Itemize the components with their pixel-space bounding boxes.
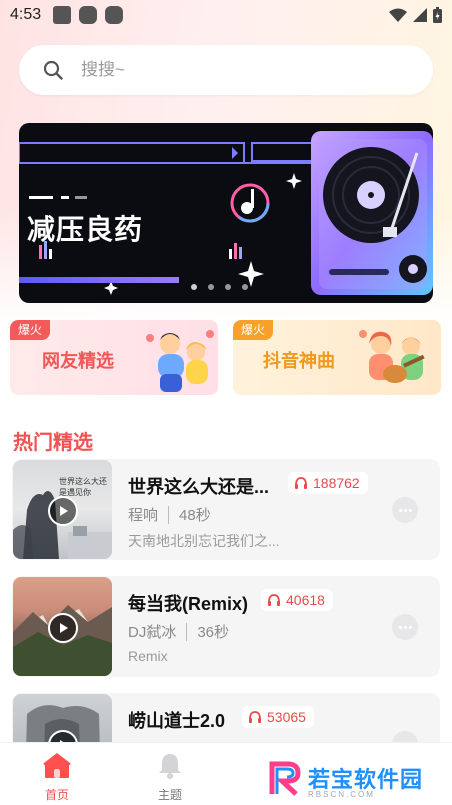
watermark-r-icon [269,761,301,796]
carousel-dot[interactable] [208,284,214,290]
watermark-sub: RBSCN.COM [308,790,375,799]
song-item[interactable]: 世界这么大还是遇见你 世界这么大还是... 188762 程响 48秒 天南地北… [12,459,440,560]
play-count: 40618 [286,592,325,608]
play-button[interactable] [48,496,78,526]
song-meta: DJ弑冰 36秒 [128,621,229,642]
song-artist: DJ弑冰 [128,624,177,641]
nav-label: 主题 [157,788,182,802]
headphones-icon [295,477,307,489]
song-title: 崂山道士2.0 [128,711,226,731]
signal-icon [413,8,427,22]
play-count-badge: 40618 [261,589,333,611]
search-input[interactable] [81,60,381,80]
guitar-duo-illustration [359,330,425,383]
status-time: 4:53 [10,6,42,23]
notification-icon [105,6,124,24]
watermark-logo: 若宝软件园 RBSCN.COM [268,760,423,799]
carousel-dot[interactable] [191,284,197,290]
status-indicators [389,7,442,23]
more-options-button[interactable] [392,497,418,523]
song-description: Remix [128,648,168,664]
headphones-icon [249,711,261,723]
play-icon [60,506,68,516]
play-count: 188762 [313,475,360,491]
carousel-dot[interactable] [242,284,248,290]
nav-item-theme[interactable]: 主题 [140,751,200,803]
hot-badge: 爆火 [10,320,51,340]
promo-banner[interactable]: 减压良药 [19,123,433,303]
couple-illustration [146,330,214,392]
song-duration: 36秒 [197,624,230,641]
search-bar[interactable] [19,45,433,95]
category-card-douyin-hits[interactable]: 爆火 抖音神曲 [233,320,441,395]
song-description: 天南地北别忘记我们之... [128,533,280,549]
bell-icon [159,754,181,779]
play-icon [60,623,68,633]
wifi-icon [389,8,407,22]
song-artist: 程响 [128,507,159,524]
song-item[interactable]: 每当我(Remix) 40618 DJ弑冰 36秒 Remix [12,576,440,677]
search-icon [43,60,63,80]
play-count-badge: 188762 [288,472,368,494]
carousel-dots [191,284,248,290]
more-options-button[interactable] [392,614,418,640]
category-label: 网友精选 [42,351,114,371]
play-count: 53065 [267,709,306,725]
divider [186,622,188,641]
play-button[interactable] [48,613,78,643]
song-cover [13,577,112,676]
notification-icon [79,6,98,24]
song-meta: 程响 48秒 [128,504,211,525]
cover-text: 世界这么大还是遇见你 [59,477,107,497]
divider [168,505,170,524]
headphones-icon [268,594,280,606]
status-bar: 4:53 [0,0,452,30]
notification-icon [53,6,72,24]
song-duration: 48秒 [179,507,211,524]
song-title: 每当我(Remix) [128,594,249,614]
hot-badge: 爆火 [233,320,274,340]
category-label: 抖音神曲 [263,351,335,371]
nav-item-home[interactable]: 首页 [27,751,87,803]
play-count-badge: 53065 [242,706,314,728]
battery-icon [433,7,442,23]
nav-label: 首页 [44,788,69,802]
song-cover: 世界这么大还是遇见你 [13,460,112,559]
section-title-hot-picks: 热门精选 [13,432,93,454]
banner-title: 减压良药 [27,213,144,246]
carousel-dot[interactable] [225,284,231,290]
song-title: 世界这么大还是... [128,477,270,497]
category-card-netizen-picks[interactable]: 爆火 网友精选 [10,320,218,395]
home-icon [43,753,71,778]
